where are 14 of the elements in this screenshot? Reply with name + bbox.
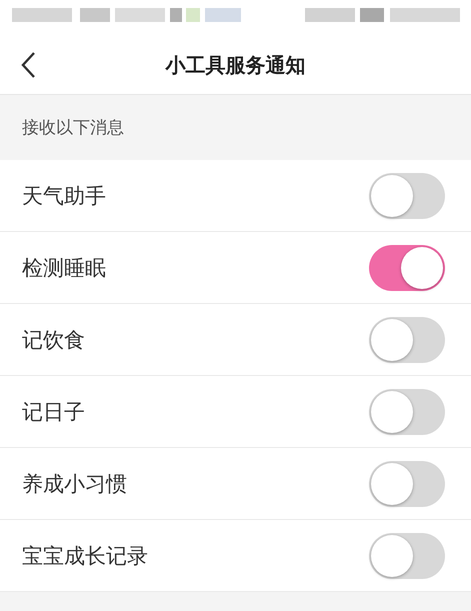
section-header: 接收以下消息	[22, 117, 124, 139]
setting-label: 检测睡眠	[22, 254, 106, 282]
toggle-switch[interactable]	[369, 172, 445, 218]
toggle-switch[interactable]	[369, 532, 445, 578]
page-title: 小工具服务通知	[166, 52, 306, 78]
toggle-switch[interactable]	[369, 388, 445, 434]
setting-label: 宝宝成长记录	[22, 542, 148, 570]
setting-label: 养成小习惯	[22, 470, 127, 498]
toggle-switch[interactable]	[369, 316, 445, 362]
toggle-switch[interactable]	[369, 244, 445, 290]
toggle-switch[interactable]	[369, 460, 445, 506]
setting-label: 天气助手	[22, 182, 106, 210]
setting-label: 记饮食	[22, 326, 85, 354]
setting-label: 记日子	[22, 398, 85, 426]
